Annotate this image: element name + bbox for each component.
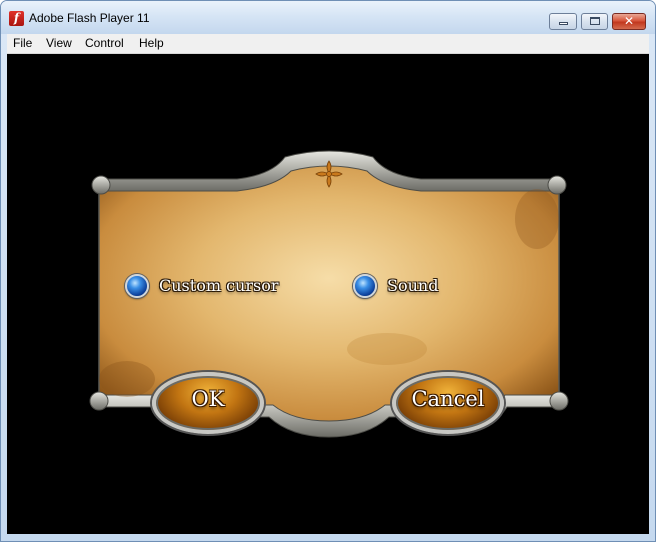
cancel-button-label: Cancel [411,387,485,411]
flash-player-window: f Adobe Flash Player 11 ✕ File View Cont… [0,0,656,542]
settings-dialog: Custom cursor Sound OK Cancel [87,149,571,439]
maximize-icon [590,17,600,25]
menu-bar: File View Control Help [7,34,649,54]
custom-cursor-radio[interactable] [125,274,149,298]
flash-player-icon: f [9,11,24,26]
flash-stage[interactable]: Custom cursor Sound OK Cancel [7,54,649,534]
minimize-button[interactable] [549,13,577,30]
ok-button[interactable]: OK [152,372,264,434]
menu-view[interactable]: View [46,36,72,50]
window-title: Adobe Flash Player 11 [29,11,150,25]
fleur-de-lis-icon [315,160,343,188]
minimize-icon [559,22,568,25]
maximize-button[interactable] [581,13,608,30]
cancel-button[interactable]: Cancel [392,372,504,434]
ok-button-label: OK [191,387,225,411]
custom-cursor-label: Custom cursor [159,276,279,295]
menu-file[interactable]: File [13,36,32,50]
menu-help[interactable]: Help [139,36,164,50]
close-icon: ✕ [623,14,635,28]
sound-label: Sound [387,276,439,295]
sound-radio[interactable] [353,274,377,298]
menu-control[interactable]: Control [85,36,124,50]
close-button[interactable]: ✕ [612,13,646,30]
title-bar[interactable]: f Adobe Flash Player 11 ✕ [1,1,655,34]
